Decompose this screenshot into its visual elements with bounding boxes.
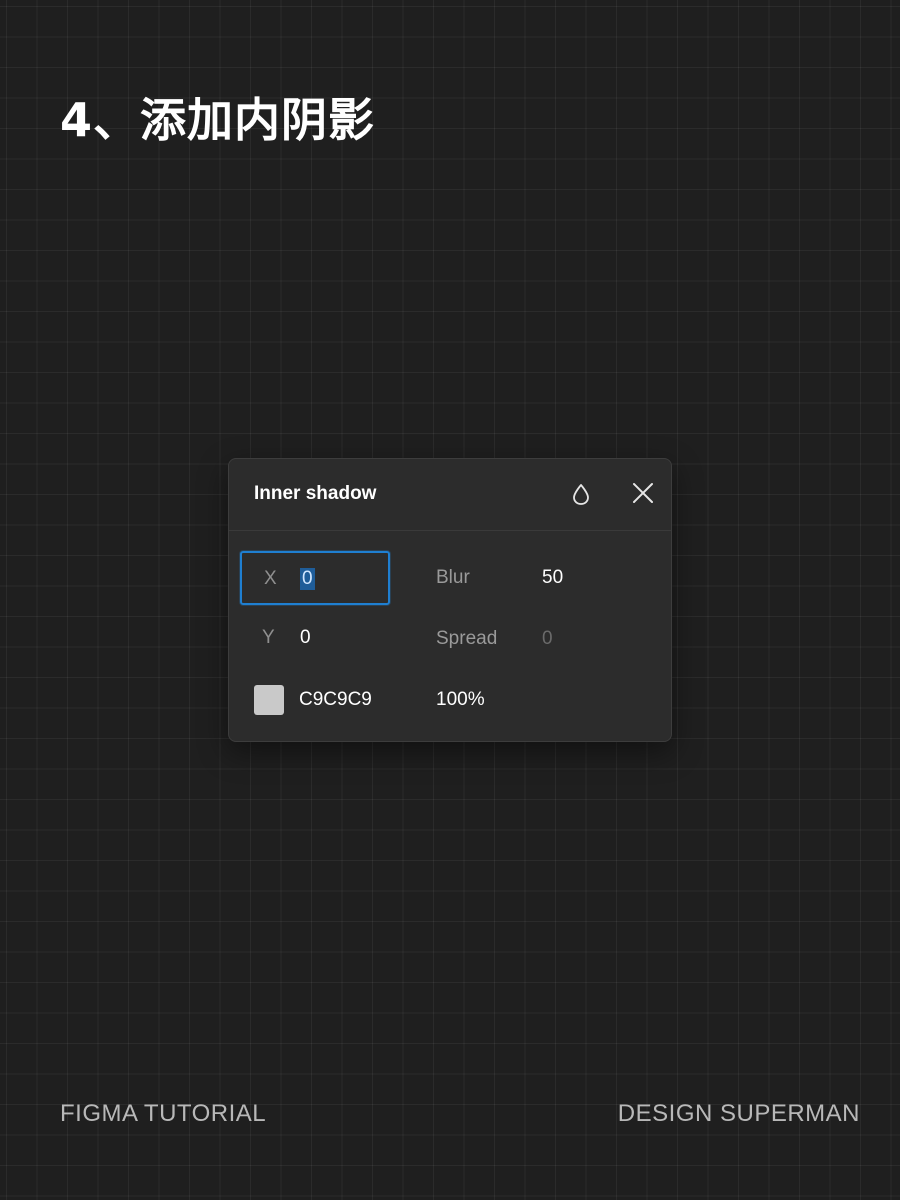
color-swatch[interactable]	[254, 685, 284, 715]
panel-title: Inner shadow	[254, 483, 377, 504]
opacity-input[interactable]: 100%	[436, 689, 485, 711]
footer-right-caption: DESIGN SUPERMAN	[617, 1100, 860, 1127]
inner-shadow-panel: Inner shadow X 0 Blur 50 Y 0 Spread 0 C9…	[228, 458, 672, 742]
spread-input[interactable]: 0	[542, 628, 553, 650]
panel-header: Inner shadow	[229, 459, 671, 531]
y-value[interactable]: 0	[300, 627, 311, 649]
x-value[interactable]: 0	[300, 568, 315, 590]
spread-label: Spread	[436, 628, 498, 649]
page-title: 4、添加内阴影	[60, 93, 376, 147]
y-offset-input[interactable]: Y 0	[240, 612, 390, 666]
y-label: Y	[262, 627, 275, 648]
drop-icon[interactable]	[569, 481, 593, 507]
close-icon[interactable]	[629, 479, 657, 507]
blur-input[interactable]: 50	[542, 567, 563, 589]
footer-left-caption: FIGMA TUTORIAL	[60, 1100, 267, 1127]
x-label: X	[264, 568, 277, 589]
x-offset-input[interactable]: X 0	[240, 551, 390, 605]
color-hex-input[interactable]: C9C9C9	[299, 689, 372, 711]
blur-label: Blur	[436, 567, 470, 588]
